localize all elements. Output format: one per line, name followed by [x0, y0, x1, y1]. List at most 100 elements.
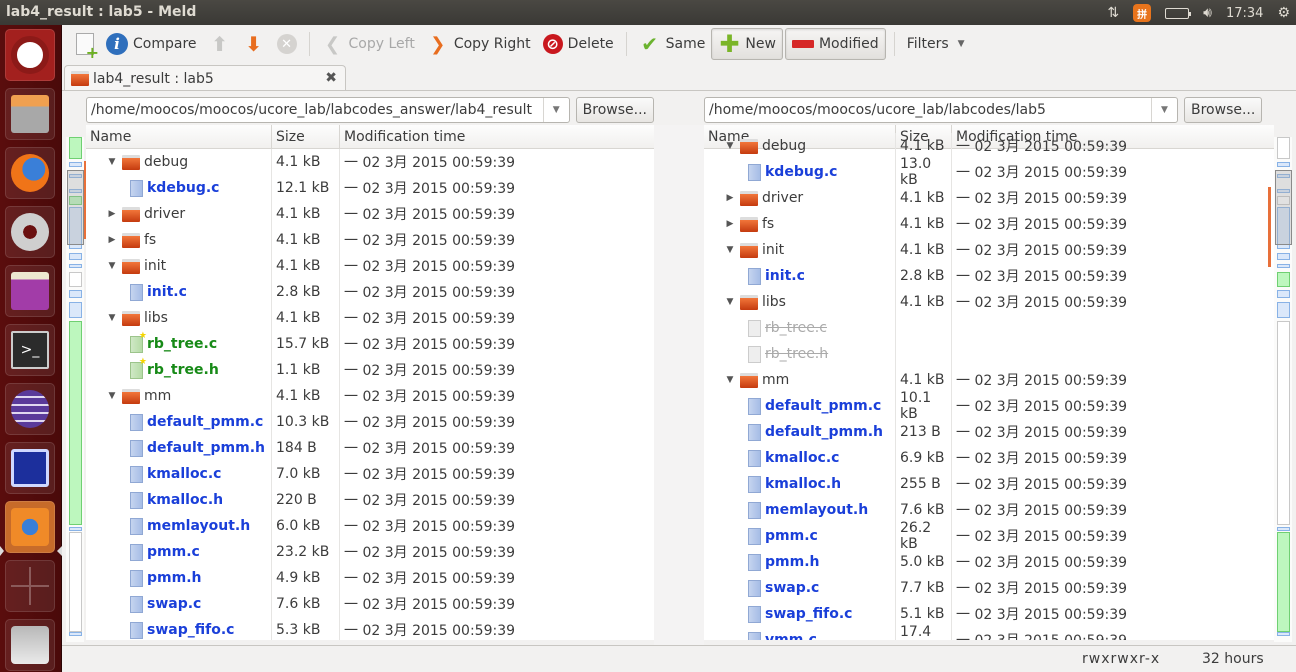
tree-row[interactable]: ▼ init 4.1 kB 一 02 3月 2015 00:59:39 — [704, 237, 1274, 263]
launcher-meld[interactable] — [5, 501, 55, 553]
tree-row[interactable]: ▶ driver 4.1 kB 一 02 3月 2015 00:59:39 — [704, 185, 1274, 211]
clock[interactable]: 17:34 — [1226, 6, 1263, 21]
column-name[interactable]: Name — [86, 125, 272, 148]
launcher-search-tool[interactable] — [5, 442, 55, 494]
left-path-input[interactable]: /home/moocos/moocos/ucore_lab/labcodes_a… — [87, 102, 543, 118]
right-scroll-thumb[interactable] — [1275, 170, 1292, 245]
expander-collapsed-icon[interactable]: ▶ — [724, 193, 736, 203]
tree-row[interactable]: vmm.c 17.4 kB一 02 3月 2015 00:59:39 — [704, 624, 1274, 640]
tree-row[interactable]: memlayout.h 6.0 kB 一 02 3月 2015 00:59:39 — [86, 513, 654, 539]
column-size[interactable]: Size — [272, 125, 340, 148]
modified-filter-toggle[interactable]: Modified — [784, 28, 886, 60]
tree-row[interactable]: default_pmm.h 184 B一 02 3月 2015 00:59:39 — [86, 435, 654, 461]
tree-row[interactable]: default_pmm.c 10.1 kB 一 02 3月 2015 00:59:3… — [704, 390, 1274, 422]
tree-row[interactable]: rb_tree.c — [704, 315, 1274, 341]
tree-row[interactable]: ▶ fs 4.1 kB 一 02 3月 2015 00:59:39 — [86, 227, 654, 253]
right-path-combo[interactable]: /home/moocos/moocos/ucore_lab/labcodes/l… — [704, 97, 1178, 123]
tree-row[interactable]: ▼ debug 4.1 kB 一 02 3月 2015 00:59:39 — [86, 149, 654, 175]
stop-button[interactable]: ✕ — [271, 28, 303, 60]
right-path-input[interactable]: /home/moocos/moocos/ucore_lab/labcodes/l… — [705, 102, 1151, 118]
tree-row[interactable]: kmalloc.h 220 B一 02 3月 2015 00:59:39 — [86, 487, 654, 513]
name-cell: memlayout.h — [86, 513, 272, 539]
compare-button[interactable]: i Compare — [100, 28, 203, 60]
copy-right-button[interactable]: ❯ Copy Right — [421, 28, 537, 60]
next-change-button[interactable]: ⬇ — [237, 28, 271, 60]
right-browse-button[interactable]: Browse... — [1184, 97, 1263, 123]
copy-left-button[interactable]: ❮ Copy Left — [316, 28, 421, 60]
tree-row[interactable]: rb_tree.h — [704, 341, 1274, 367]
tree-row[interactable]: ▶ fs 4.1 kB 一 02 3月 2015 00:59:39 — [704, 211, 1274, 237]
tree-row[interactable]: pmm.h 4.9 kB 一 02 3月 2015 00:59:39 — [86, 565, 654, 591]
expander-expanded-icon[interactable]: ▼ — [724, 245, 736, 255]
tree-row[interactable]: kdebug.c 12.1 kB 一 02 3月 2015 00:59:39 — [86, 175, 654, 201]
tree-row[interactable]: init.c 2.8 kB 一 02 3月 2015 00:59:39 — [704, 263, 1274, 289]
launcher-files[interactable] — [5, 88, 55, 140]
tree-row[interactable]: init.c 2.8 kB 一 02 3月 2015 00:59:39 — [86, 279, 654, 305]
delete-button[interactable]: ⊘ Delete — [537, 28, 620, 60]
expander-expanded-icon[interactable]: ▼ — [724, 297, 736, 307]
volume-icon[interactable]: 🔊︎ — [1203, 5, 1212, 21]
close-icon[interactable]: ✖ — [325, 70, 337, 86]
tree-row[interactable]: swap_fifo.c 5.1 kB 一 02 3月 2015 00:59:39 — [704, 601, 1274, 627]
tab-lab4-lab5[interactable]: lab4_result : lab5 ✖ — [64, 65, 346, 91]
launcher-workspace-switcher[interactable] — [5, 560, 55, 612]
expander-expanded-icon[interactable]: ▼ — [724, 375, 736, 385]
tree-row[interactable]: swap_fifo.c 5.3 kB 一 02 3月 2015 00:59:39 — [86, 617, 654, 640]
expander-expanded-icon[interactable]: ▼ — [724, 141, 736, 151]
tree-row[interactable]: ▼ libs 4.1 kB 一 02 3月 2015 00:59:39 — [704, 289, 1274, 315]
tree-row[interactable]: kmalloc.h 255 B一 02 3月 2015 00:59:39 — [704, 471, 1274, 497]
tree-row[interactable]: ▼ debug 4.1 kB 一 02 3月 2015 00:59:39 — [704, 133, 1274, 159]
tree-row[interactable]: kdebug.c 13.0 kB 一 02 3月 2015 00:59:39 — [704, 156, 1274, 188]
tree-row[interactable]: kmalloc.c 6.9 kB 一 02 3月 2015 00:59:39 — [704, 445, 1274, 471]
tree-row[interactable]: swap.c 7.7 kB 一 02 3月 2015 00:59:39 — [704, 575, 1274, 601]
tree-row[interactable]: ▼ mm 4.1 kB 一 02 3月 2015 00:59:39 — [86, 383, 654, 409]
expander-expanded-icon[interactable]: ▼ — [106, 261, 118, 271]
expander-collapsed-icon[interactable]: ▶ — [724, 219, 736, 229]
previous-change-button[interactable]: ⬆ — [203, 28, 237, 60]
launcher-firefox[interactable] — [5, 147, 55, 199]
tree-row[interactable]: memlayout.h 7.6 kB 一 02 3月 2015 00:59:39 — [704, 497, 1274, 523]
tree-row[interactable]: rb_tree.h 1.1 kB一 02 3月 2015 00:59:39 — [86, 357, 654, 383]
launcher-eclipse[interactable] — [5, 383, 55, 435]
left-diff-map[interactable] — [66, 137, 84, 642]
chevron-down-icon[interactable]: ▼ — [542, 98, 569, 122]
network-updown-icon[interactable]: ⇅ — [1107, 5, 1119, 21]
expander-expanded-icon[interactable]: ▼ — [106, 157, 118, 167]
tree-row[interactable]: pmm.h 5.0 kB 一 02 3月 2015 00:59:39 — [704, 549, 1274, 575]
same-filter-toggle[interactable]: ✔ Same — [633, 28, 712, 60]
expander-collapsed-icon[interactable]: ▶ — [106, 209, 118, 219]
new-filter-toggle[interactable]: ✚ New — [711, 28, 783, 60]
launcher-ubuntu-dash[interactable] — [5, 29, 55, 81]
expander-expanded-icon[interactable]: ▼ — [106, 391, 118, 401]
tree-row[interactable]: swap.c 7.6 kB 一 02 3月 2015 00:59:39 — [86, 591, 654, 617]
tree-row[interactable]: ▼ libs 4.1 kB 一 02 3月 2015 00:59:39 — [86, 305, 654, 331]
input-method-icon[interactable]: 拼 — [1133, 4, 1152, 22]
tree-row[interactable]: default_pmm.h 213 B一 02 3月 2015 00:59:39 — [704, 419, 1274, 445]
tree-row[interactable]: pmm.c 26.2 kB 一 02 3月 2015 00:59:39 — [704, 520, 1274, 552]
new-comparison-button[interactable] — [70, 28, 100, 62]
tree-row[interactable]: default_pmm.c 10.3 kB 一 02 3月 2015 00:59:3… — [86, 409, 654, 435]
column-modification-time[interactable]: Modification time — [340, 125, 654, 148]
launcher-system-settings[interactable] — [5, 206, 55, 258]
tree-row[interactable]: ▶ driver 4.1 kB 一 02 3月 2015 00:59:39 — [86, 201, 654, 227]
left-path-combo[interactable]: /home/moocos/moocos/ucore_lab/labcodes_a… — [86, 97, 570, 123]
tree-row[interactable]: ▼ init 4.1 kB 一 02 3月 2015 00:59:39 — [86, 253, 654, 279]
top-panel: lab4_result : lab5 - Meld ⇅ 拼 🔊︎ 17:34 ⚙ — [0, 0, 1296, 25]
launcher-workspace-app[interactable] — [5, 265, 55, 317]
battery-charging-icon[interactable] — [1165, 7, 1192, 19]
launcher-terminal[interactable]: >_ — [5, 324, 55, 376]
tree-row[interactable]: kmalloc.c 7.0 kB 一 02 3月 2015 00:59:39 — [86, 461, 654, 487]
left-scroll-thumb[interactable] — [67, 170, 84, 245]
filters-menu-button[interactable]: Filters ▼ — [901, 28, 971, 60]
expander-expanded-icon[interactable]: ▼ — [106, 313, 118, 323]
left-browse-button[interactable]: Browse... — [575, 97, 654, 123]
chevron-down-icon[interactable]: ▼ — [1151, 98, 1177, 122]
expander-collapsed-icon[interactable]: ▶ — [106, 235, 118, 245]
tree-row[interactable]: rb_tree.c 15.7 kB一 02 3月 2015 00:59:39 — [86, 331, 654, 357]
tree-row[interactable]: pmm.c 23.2 kB 一 02 3月 2015 00:59:39 — [86, 539, 654, 565]
tree-row[interactable]: ▼ mm 4.1 kB 一 02 3月 2015 00:59:39 — [704, 367, 1274, 393]
file-icon — [748, 579, 761, 597]
right-diff-map[interactable] — [1274, 137, 1292, 642]
launcher-trash[interactable] — [5, 619, 55, 671]
power-gear-icon[interactable]: ⚙ — [1277, 5, 1290, 21]
